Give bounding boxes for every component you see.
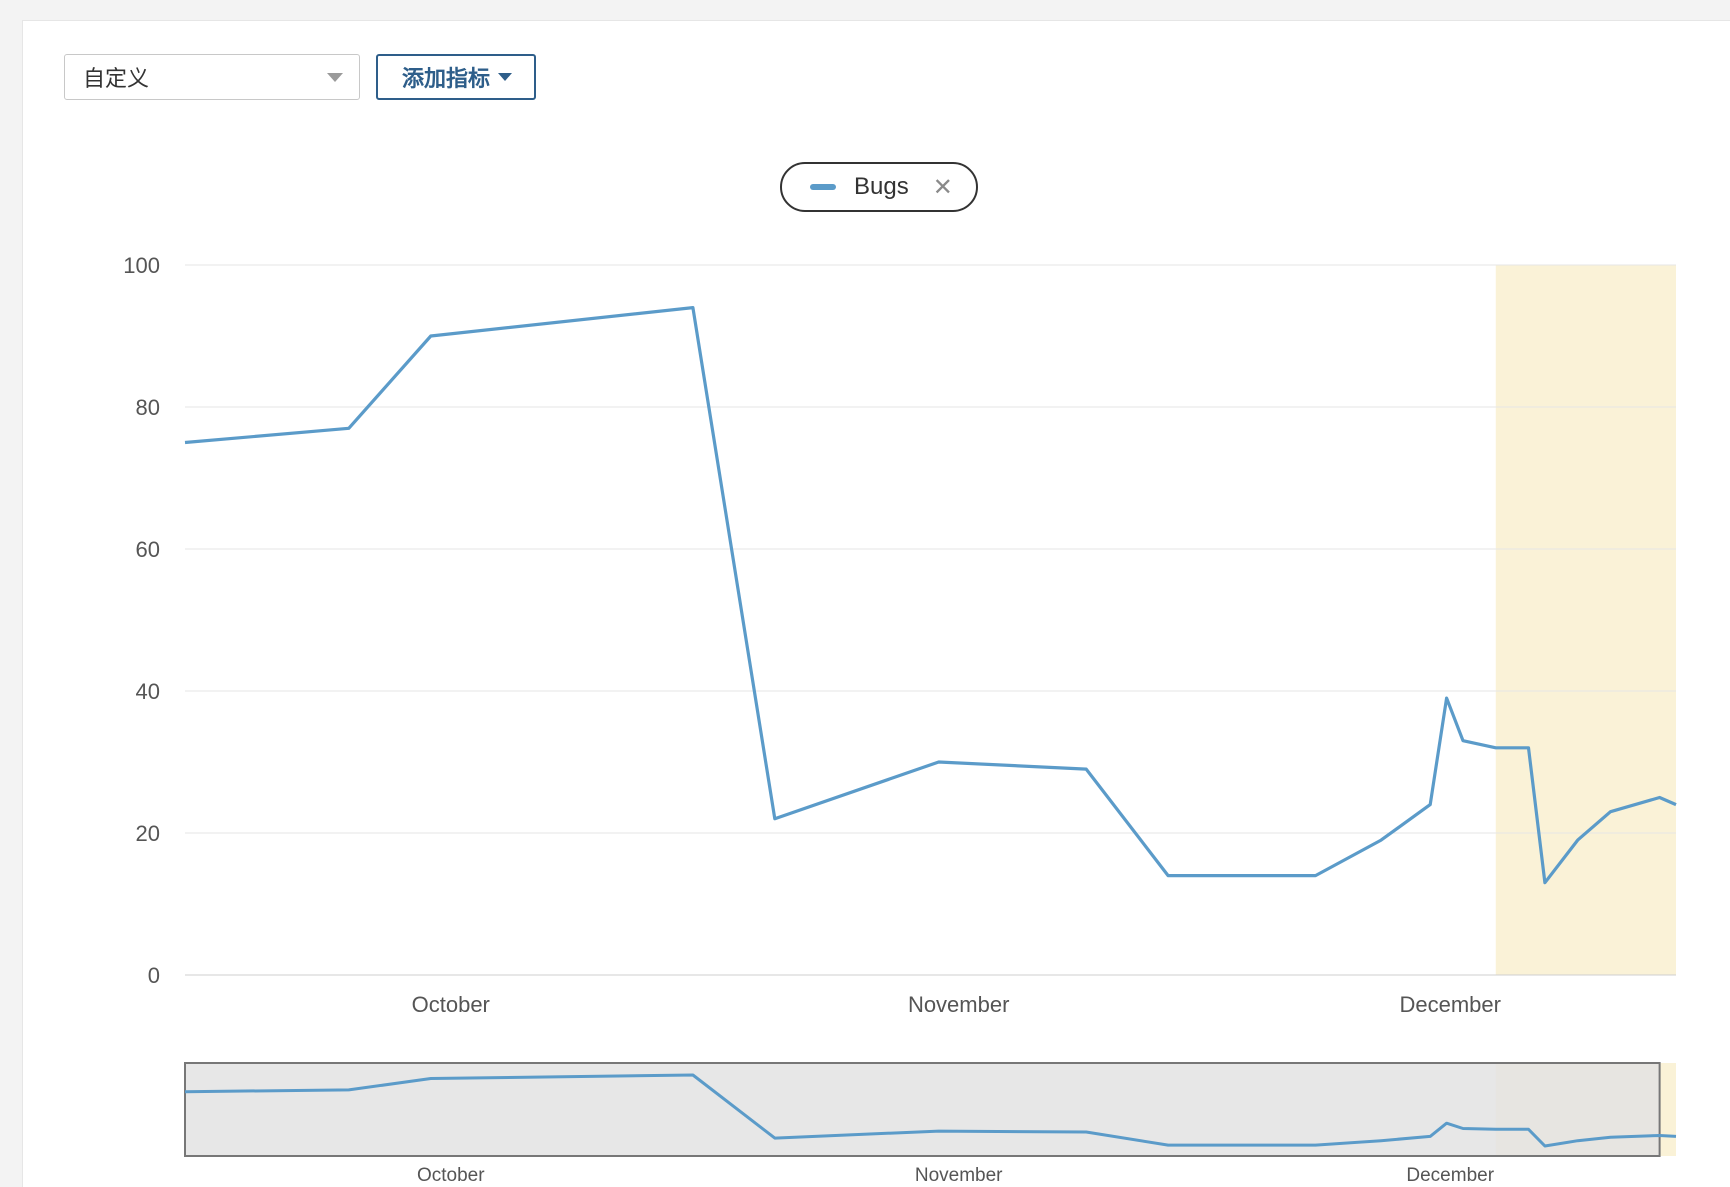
navigator-selection-mask [184, 1062, 1661, 1157]
y-tick-label: 0 [148, 963, 160, 988]
y-tick-label: 100 [123, 253, 160, 278]
y-tick-label: 40 [136, 679, 160, 704]
bugs-line-chart: 0 20 40 60 80 100 October November December Octob… [123, 253, 1677, 1186]
y-tick-label: 80 [136, 395, 160, 420]
navigator-x-tick-label: November [915, 1165, 1003, 1186]
x-tick-label: November [908, 992, 1009, 1017]
x-tick-label: December [1399, 992, 1500, 1017]
x-tick-label: October [412, 992, 490, 1017]
highlight-band [1495, 265, 1676, 975]
y-tick-label: 20 [136, 821, 160, 846]
y-tick-label: 60 [136, 537, 160, 562]
navigator-x-tick-label: December [1406, 1165, 1494, 1186]
series-line-bugs [184, 306, 1677, 885]
navigator-x-tick-label: October [417, 1165, 485, 1186]
